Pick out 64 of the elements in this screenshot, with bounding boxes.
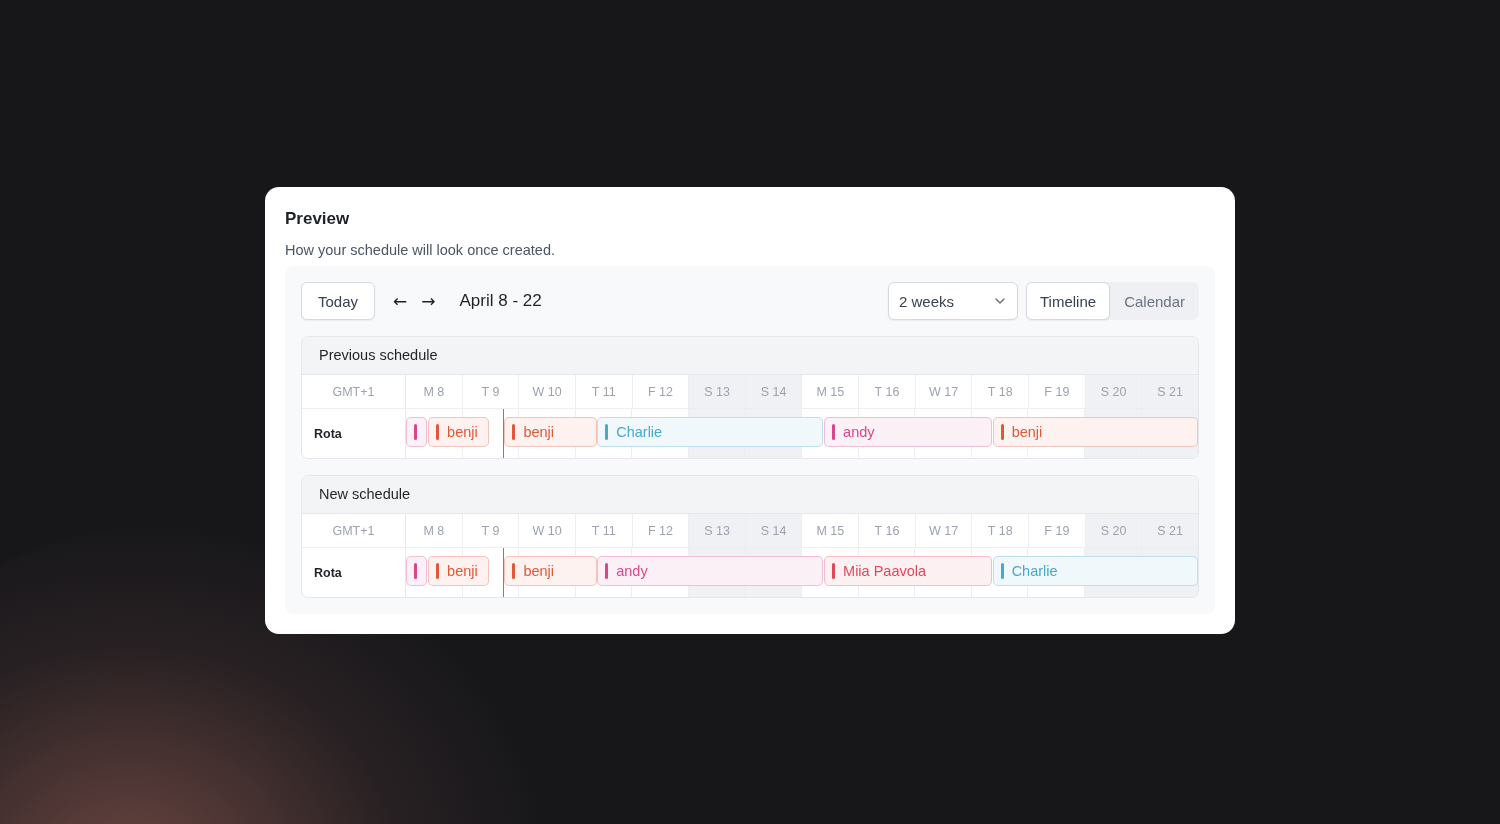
current-time-line (503, 548, 505, 597)
chevron-down-icon (995, 298, 1005, 304)
shift-name: benji (1011, 424, 1043, 440)
shift-name: andy (843, 424, 875, 440)
day-header: M 15 (802, 375, 860, 408)
day-header: W 10 (519, 375, 576, 408)
shift-block[interactable]: benji (992, 417, 1198, 447)
schedule-title: New schedule (302, 476, 1198, 514)
day-header: M 8 (406, 375, 463, 408)
card-title: Preview (285, 209, 351, 229)
day-header: T 9 (462, 514, 520, 547)
shift-name: Miia Paavola (843, 563, 927, 579)
shift-block[interactable]: Charlie (597, 417, 823, 447)
shift-name: Charlie (1011, 563, 1058, 579)
day-header: S 13 (689, 375, 746, 408)
next-button[interactable]: → (417, 291, 440, 311)
day-header: T 16 (859, 375, 916, 408)
shift-name: benji (523, 424, 555, 440)
shift-block[interactable]: benji (428, 556, 490, 586)
day-header: S 13 (689, 514, 746, 547)
shift-block[interactable]: Charlie (992, 556, 1198, 586)
day-header: T 9 (462, 375, 520, 408)
day-header: S 20 (1085, 375, 1143, 408)
day-header: W 17 (915, 375, 973, 408)
day-header: T 18 (972, 375, 1030, 408)
range-select[interactable]: 2 weeks (888, 282, 1018, 320)
shift-name: benji (447, 424, 478, 440)
day-header: T 11 (575, 375, 633, 408)
schedule-title: Previous schedule (302, 337, 1198, 375)
current-time-line (503, 409, 505, 458)
day-header: F 19 (1029, 514, 1086, 547)
shift-block[interactable] (406, 556, 427, 586)
shift-name: benji (523, 563, 555, 579)
shift-name: andy (616, 563, 648, 579)
shift-block[interactable]: andy (824, 417, 992, 447)
day-header: W 10 (519, 514, 576, 547)
day-header: S 21 (1142, 375, 1198, 408)
today-button[interactable]: Today (301, 282, 376, 320)
day-header: M 15 (802, 514, 860, 547)
view-tab[interactable]: Timeline (1026, 282, 1111, 320)
day-header: S 14 (745, 514, 803, 547)
day-header: W 17 (915, 514, 973, 547)
shift-block[interactable]: andy (597, 556, 823, 586)
shift-name: Charlie (616, 424, 663, 440)
shift-block[interactable]: benji (504, 556, 597, 586)
shift-block[interactable]: benji (504, 417, 597, 447)
shift-name: benji (447, 563, 478, 579)
day-header: S 21 (1142, 514, 1198, 547)
view-tab[interactable]: Calendar (1110, 282, 1199, 320)
shift-block[interactable]: Miia Paavola (824, 556, 992, 586)
day-header: S 20 (1085, 514, 1143, 547)
day-header: M 8 (406, 514, 463, 547)
shift-block[interactable] (406, 417, 427, 447)
day-header: F 19 (1029, 375, 1086, 408)
timezone-label: GMT+1 (302, 375, 406, 408)
shift-block[interactable]: benji (428, 417, 490, 447)
day-header: T 16 (859, 514, 916, 547)
previous-button[interactable]: ← (389, 291, 412, 311)
day-header: T 18 (972, 514, 1030, 547)
day-header: T 11 (575, 514, 633, 547)
date-range: April 8 - 22 (459, 291, 542, 311)
day-header: S 14 (745, 375, 803, 408)
timezone-label: GMT+1 (302, 514, 406, 547)
card-description: How your schedule will look once created. (285, 242, 556, 258)
